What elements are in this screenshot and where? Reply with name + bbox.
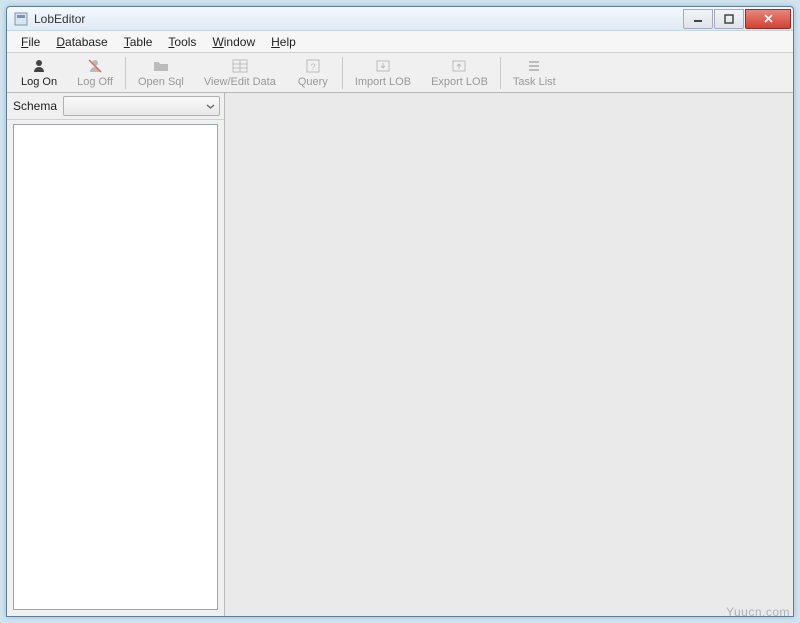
toolbar-label: Query bbox=[298, 76, 328, 88]
body-area: Schema bbox=[7, 93, 793, 616]
chevron-down-icon bbox=[206, 102, 215, 111]
toolbar-open-sql[interactable]: Open Sql bbox=[128, 54, 194, 92]
menu-database[interactable]: Database bbox=[48, 33, 115, 51]
menubar: File Database Table Tools Window Help bbox=[7, 31, 793, 53]
query-icon: ? bbox=[304, 57, 322, 75]
schema-combobox[interactable] bbox=[63, 96, 220, 116]
minimize-button[interactable] bbox=[683, 9, 713, 29]
toolbar-label: Import LOB bbox=[355, 76, 411, 88]
toolbar-label: Open Sql bbox=[138, 76, 184, 88]
svg-text:?: ? bbox=[310, 62, 315, 72]
toolbar-label: Export LOB bbox=[431, 76, 488, 88]
maximize-button[interactable] bbox=[714, 9, 744, 29]
toolbar-log-on[interactable]: Log On bbox=[11, 54, 67, 92]
menu-table[interactable]: Table bbox=[116, 33, 161, 51]
main-content-area bbox=[225, 93, 793, 616]
schema-label: Schema bbox=[11, 99, 59, 113]
toolbar-separator bbox=[342, 57, 343, 89]
watermark: Yuucn.com bbox=[726, 605, 790, 619]
app-icon bbox=[13, 11, 29, 27]
toolbar-label: Log Off bbox=[77, 76, 113, 88]
minimize-icon bbox=[693, 14, 703, 24]
table-icon bbox=[231, 57, 249, 75]
toolbar-task-list[interactable]: Task List bbox=[503, 54, 566, 92]
logout-icon bbox=[86, 57, 104, 75]
toolbar-label: Log On bbox=[21, 76, 57, 88]
export-icon bbox=[450, 57, 468, 75]
close-button[interactable] bbox=[745, 9, 791, 29]
toolbar-export-lob[interactable]: Export LOB bbox=[421, 54, 498, 92]
toolbar-view-edit-data[interactable]: View/Edit Data bbox=[194, 54, 286, 92]
schema-tree[interactable] bbox=[13, 124, 218, 610]
toolbar-separator bbox=[125, 57, 126, 89]
toolbar-label: View/Edit Data bbox=[204, 76, 276, 88]
close-icon bbox=[763, 13, 774, 24]
toolbar: Log On Log Off Open Sql View/Edit Data ?… bbox=[7, 53, 793, 93]
toolbar-separator bbox=[500, 57, 501, 89]
window-title: LobEditor bbox=[34, 12, 682, 26]
maximize-icon bbox=[724, 14, 734, 24]
user-icon bbox=[30, 57, 48, 75]
sidebar: Schema bbox=[7, 93, 225, 616]
menu-file[interactable]: File bbox=[13, 33, 48, 51]
menu-tools[interactable]: Tools bbox=[160, 33, 204, 51]
toolbar-query[interactable]: ? Query bbox=[286, 54, 340, 92]
menu-window[interactable]: Window bbox=[204, 33, 263, 51]
menu-help[interactable]: Help bbox=[263, 33, 304, 51]
toolbar-label: Task List bbox=[513, 76, 556, 88]
schema-row: Schema bbox=[7, 93, 224, 120]
toolbar-log-off[interactable]: Log Off bbox=[67, 54, 123, 92]
import-icon bbox=[374, 57, 392, 75]
folder-open-icon bbox=[152, 57, 170, 75]
titlebar: LobEditor bbox=[7, 7, 793, 31]
app-window: LobEditor File Database Table Tools Wind… bbox=[6, 6, 794, 617]
list-icon bbox=[525, 57, 543, 75]
window-controls bbox=[682, 9, 791, 29]
toolbar-import-lob[interactable]: Import LOB bbox=[345, 54, 421, 92]
